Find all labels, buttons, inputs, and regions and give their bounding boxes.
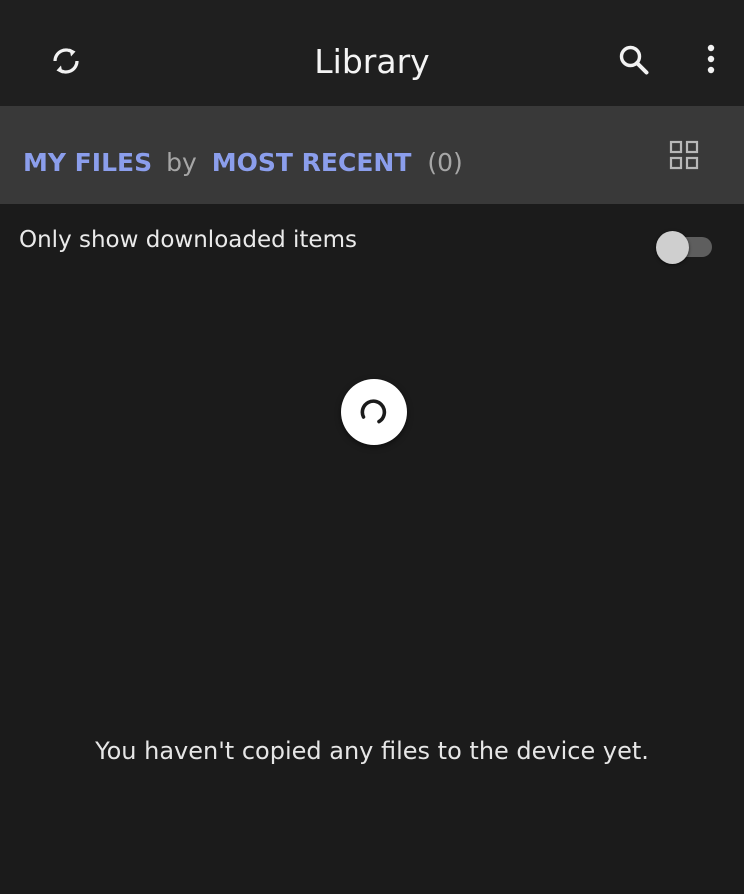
spinner-icon [360,399,387,424]
app-bar: Library [0,0,744,106]
empty-state-message: You haven't copied any files to the devi… [95,737,649,765]
more-options-button[interactable] [683,32,739,88]
sort-order-link[interactable]: MOST RECENT [212,148,412,177]
switch-thumb [656,231,689,264]
item-count: (0) [427,147,463,177]
filter-bar: MY FILES by MOST RECENT (0) [0,106,744,204]
downloaded-toggle-switch[interactable] [656,230,712,264]
downloaded-filter-row: Only show downloaded items [0,204,744,278]
library-screen: Library MY FILES by MOST RECENT (0) Only… [0,0,744,894]
downloaded-toggle-label: Only show downloaded items [19,227,357,253]
loading-spinner [341,379,407,445]
grid-view-button[interactable] [656,127,712,183]
grid-view-icon [669,140,699,170]
more-vert-icon [707,44,715,74]
filter-by-label: by [166,147,197,177]
search-button[interactable] [606,32,662,88]
source-filter-link[interactable]: MY FILES [23,148,152,177]
search-icon [619,45,649,75]
filter-summary: MY FILES by MOST RECENT (0) [23,142,463,182]
